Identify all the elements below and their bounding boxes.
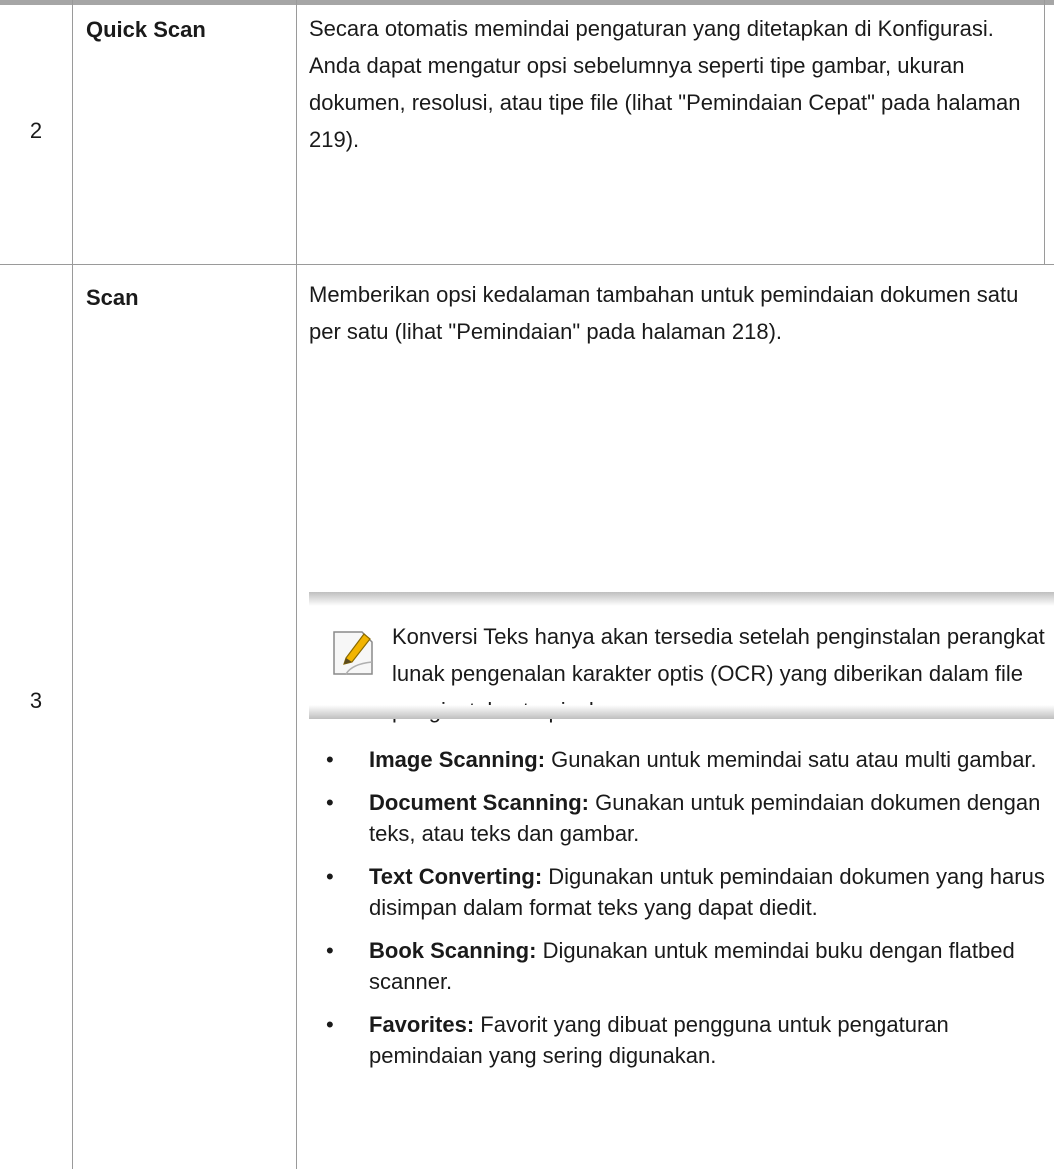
list-item-term: Document Scanning: <box>369 790 590 815</box>
row-divider <box>0 264 1054 265</box>
list-item-term: Favorites: <box>369 1012 475 1037</box>
row-number: 3 <box>29 688 43 713</box>
list-item-term: Image Scanning: <box>369 747 546 772</box>
list-item: • Favorites: Favorit yang dibuat pengguna… <box>309 1009 1049 1071</box>
row-name: Quick Scan <box>86 17 206 42</box>
row-description: Secara otomatis memindai pengaturan yang… <box>309 16 1021 152</box>
bullet-icon: • <box>326 938 334 963</box>
bullet-icon: • <box>326 790 334 815</box>
row-number: 2 <box>29 118 43 143</box>
row-name: Scan <box>86 285 139 310</box>
scan-options-list: • Image Scanning: Gunakan untuk memindai … <box>309 744 1049 1083</box>
list-item: • Image Scanning: Gunakan untuk memindai … <box>309 744 1049 775</box>
bullet-icon: • <box>326 1012 334 1037</box>
row-description: Memberikan opsi kedalaman tambahan untuk… <box>309 282 1019 344</box>
list-item: • Text Converting: Digunakan untuk pemind… <box>309 861 1049 923</box>
bullet-icon: • <box>326 864 334 889</box>
list-item-term: Text Converting: <box>369 864 543 889</box>
column-divider-name <box>296 0 297 1169</box>
note-top-border <box>309 592 1054 606</box>
note-pencil-icon <box>332 628 376 676</box>
list-item: • Document Scanning: Gunakan untuk pemind… <box>309 787 1049 849</box>
column-divider-number <box>72 0 73 1169</box>
list-item-term: Book Scanning: <box>369 938 537 963</box>
table-top-border <box>0 0 1054 5</box>
bullet-icon: • <box>326 747 334 772</box>
note-bottom-border <box>309 705 1054 719</box>
column-divider-right <box>1044 0 1045 265</box>
list-item: • Book Scanning: Digunakan untuk memindai… <box>309 935 1049 997</box>
list-item-text: Gunakan untuk memindai satu atau multi g… <box>545 747 1037 772</box>
